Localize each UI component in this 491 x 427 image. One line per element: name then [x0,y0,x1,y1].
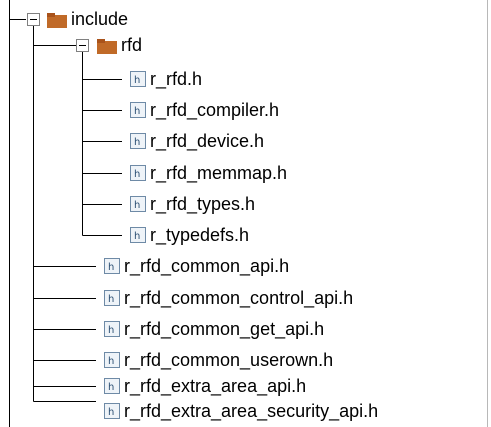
tree-item-label: r_rfd_memmap.h [150,163,288,183]
header-file-icon: h [104,290,120,306]
svg-text:h: h [134,200,140,211]
header-file-icon: h [104,258,120,274]
tree-item-label: r_rfd_extra_area_security_api.h [124,401,379,421]
tree-item-file[interactable]: h r_rfd_compiler.h [130,97,279,123]
svg-text:h: h [108,356,114,367]
svg-text:h: h [134,75,140,86]
tree-item-file[interactable]: h r_rfd_common_api.h [104,253,289,279]
svg-text:h: h [108,325,114,336]
tree-item-label: r_rfd_compiler.h [150,100,280,120]
tree-item-file[interactable]: h r_rfd_memmap.h [130,160,287,186]
tree-item-file[interactable]: h r_rfd_device.h [130,128,264,154]
tree-item-include[interactable]: include [47,6,128,32]
svg-text:h: h [134,231,140,242]
tree-item-label: r_rfd_common_get_api.h [124,319,325,339]
svg-text:h: h [134,106,140,117]
svg-text:h: h [108,294,114,305]
collapse-include-toggle[interactable] [27,13,40,26]
tree-item-file[interactable]: h r_rfd_extra_area_security_api.h [104,398,378,424]
tree-item-rfd[interactable]: rfd [97,32,142,58]
file-tree: include rfd h r_rfd.h h r_rfd_compiler.h… [0,0,491,427]
collapse-rfd-toggle[interactable] [76,39,89,52]
svg-text:h: h [134,137,140,148]
tree-item-label: r_rfd_common_userown.h [124,350,334,370]
header-file-icon: h [104,321,120,337]
tree-item-label: r_typedefs.h [150,225,250,245]
tree-item-label: r_rfd_common_control_api.h [124,288,354,308]
header-file-icon: h [130,196,146,212]
tree-item-label: rfd [121,35,143,55]
panel-divider [487,0,488,427]
tree-item-file[interactable]: h r_typedefs.h [130,222,249,248]
header-file-icon: h [130,165,146,181]
svg-text:h: h [108,382,114,393]
tree-item-label: r_rfd.h [150,69,203,89]
tree-item-file[interactable]: h r_rfd_common_get_api.h [104,316,324,342]
tree-item-label: r_rfd_device.h [150,131,265,151]
tree-item-label: r_rfd_extra_area_api.h [124,376,307,396]
header-file-icon: h [130,227,146,243]
svg-text:h: h [108,407,114,418]
tree-item-label: r_rfd_types.h [150,194,256,214]
header-file-icon: h [130,71,146,87]
tree-item-file[interactable]: h r_rfd_extra_area_api.h [104,373,306,399]
header-file-icon: h [104,378,120,394]
tree-item-label: r_rfd_common_api.h [124,256,290,276]
tree-item-file[interactable]: h r_rfd.h [130,66,202,92]
header-file-icon: h [130,133,146,149]
folder-icon [47,12,67,28]
tree-item-file[interactable]: h r_rfd_types.h [130,191,255,217]
tree-item-file[interactable]: h r_rfd_common_userown.h [104,347,333,373]
header-file-icon: h [104,352,120,368]
header-file-icon: h [130,102,146,118]
header-file-icon: h [104,403,120,419]
tree-item-file[interactable]: h r_rfd_common_control_api.h [104,285,353,311]
svg-text:h: h [108,262,114,273]
tree-item-label: include [71,9,129,29]
folder-icon [97,38,117,54]
svg-text:h: h [134,169,140,180]
